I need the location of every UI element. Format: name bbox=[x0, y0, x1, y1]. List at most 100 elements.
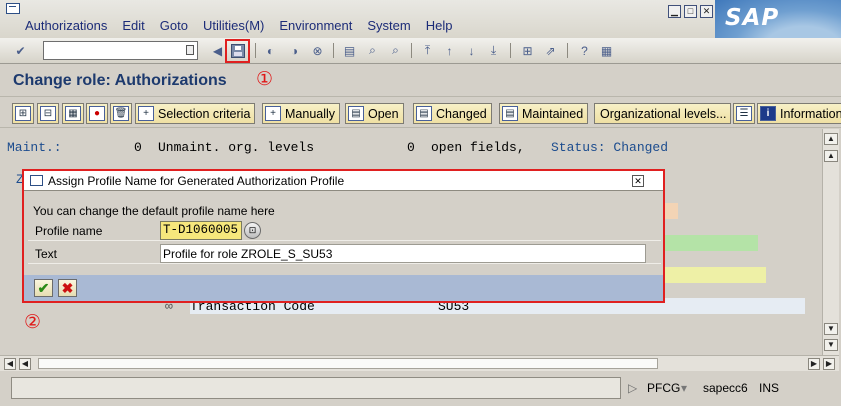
information-button[interactable]: i Information bbox=[757, 103, 841, 124]
menu-utilities[interactable]: Utilities(M) bbox=[203, 18, 264, 33]
unmaint-org-levels-label: Unmaint. org. levels bbox=[158, 140, 315, 155]
profile-name-input[interactable]: T-D1060005 bbox=[160, 221, 242, 240]
enter-icon[interactable]: ✔ bbox=[12, 42, 29, 59]
horizontal-scroll-thumb[interactable] bbox=[38, 358, 658, 369]
collapse-all-button[interactable]: ⊟ bbox=[37, 103, 59, 124]
profile-text-input[interactable]: Profile for role ZROLE_S_SU53 bbox=[160, 244, 646, 263]
menu-help[interactable]: Help bbox=[426, 18, 453, 33]
last-page-icon[interactable]: ⤓ bbox=[485, 42, 502, 59]
status-bar-orange bbox=[664, 203, 678, 219]
templates-button[interactable]: ▦ bbox=[62, 103, 84, 124]
maintained-label: Maintained bbox=[522, 106, 584, 121]
unmaint-count: 0 bbox=[407, 140, 415, 155]
scroll-up-icon[interactable]: ▲ bbox=[824, 150, 838, 162]
scroll-top-icon[interactable]: ▲ bbox=[824, 133, 838, 145]
profile-name-label: Profile name bbox=[35, 224, 103, 238]
sap-logo-text: SAP bbox=[725, 5, 780, 31]
print-icon[interactable]: ▤ bbox=[341, 42, 358, 59]
command-input[interactable] bbox=[44, 42, 184, 59]
dialog-title-bar: Assign Profile Name for Generated Author… bbox=[24, 171, 663, 191]
minimize-icon[interactable]: ▁ bbox=[668, 5, 681, 18]
find-next-icon[interactable]: ⌕ bbox=[387, 42, 404, 59]
expand-all-icon: ⊞ bbox=[15, 106, 31, 121]
save-icon bbox=[230, 44, 245, 58]
manually-button[interactable]: + Manually bbox=[262, 103, 341, 124]
scroll-right-icon[interactable]: ▶ bbox=[823, 358, 835, 370]
first-page-icon[interactable]: ⤒ bbox=[419, 42, 436, 59]
exit-icon[interactable]: ◑ bbox=[286, 42, 303, 59]
new-session-icon[interactable]: ⊞ bbox=[519, 42, 536, 59]
delete-button[interactable]: 🗑 bbox=[110, 103, 132, 124]
menu-bar: Authorizations Edit Goto Utilities(M) En… bbox=[25, 18, 467, 33]
scroll-left-step-icon[interactable]: ◀ bbox=[19, 358, 31, 370]
scroll-left-icon[interactable]: ◀ bbox=[4, 358, 16, 370]
menu-goto[interactable]: Goto bbox=[160, 18, 188, 33]
horizontal-scrollbar[interactable]: ◀ ◀ ▶ ▶ bbox=[0, 355, 839, 371]
confirm-check-button[interactable]: ✔ bbox=[34, 279, 53, 297]
scroll-bottom-icon[interactable]: ▼ bbox=[824, 339, 838, 351]
selection-criteria-label: Selection criteria bbox=[158, 106, 251, 121]
info-icon: i bbox=[760, 106, 776, 121]
cancel-x-button[interactable]: ✖ bbox=[58, 279, 77, 297]
status-transaction: PFCG bbox=[647, 381, 681, 395]
system-menu-icon[interactable] bbox=[6, 3, 20, 14]
scroll-down-icon[interactable]: ▼ bbox=[824, 323, 838, 335]
title-bar: Authorizations Edit Goto Utilities(M) En… bbox=[0, 0, 841, 38]
save-button[interactable] bbox=[225, 39, 250, 63]
open-button[interactable]: ▤ Open bbox=[345, 103, 404, 124]
status-expand-icon[interactable]: ▷ bbox=[628, 381, 637, 395]
manually-label: Manually bbox=[285, 106, 336, 121]
open-label: Open bbox=[368, 106, 399, 121]
close-icon[interactable]: ✕ bbox=[700, 5, 713, 18]
cancel-icon[interactable]: ⊗ bbox=[309, 42, 326, 59]
menu-edit[interactable]: Edit bbox=[122, 18, 144, 33]
status-label: Status: Changed bbox=[551, 140, 669, 155]
window-controls: ▁ □ ✕ bbox=[668, 5, 713, 18]
maint-count: 0 bbox=[134, 140, 142, 155]
changed-button[interactable]: ▤ Changed bbox=[413, 103, 492, 124]
changed-label: Changed bbox=[436, 106, 487, 121]
add-manual-icon: + bbox=[265, 106, 281, 121]
list-button[interactable]: ☰ bbox=[733, 103, 755, 124]
information-label: Information bbox=[780, 106, 841, 121]
add-icon: + bbox=[138, 106, 154, 121]
open-icon: ▤ bbox=[348, 106, 364, 121]
back-arrow-icon[interactable]: ◀ bbox=[209, 42, 226, 59]
selection-criteria-button[interactable]: + Selection criteria bbox=[135, 103, 256, 124]
page-title: Change role: Authorizations bbox=[13, 72, 227, 89]
list-icon: ☰ bbox=[736, 106, 752, 121]
next-page-icon[interactable]: ↓ bbox=[463, 42, 480, 59]
customize-layout-icon[interactable]: ▦ bbox=[598, 42, 615, 59]
command-history-icon[interactable] bbox=[186, 45, 194, 55]
dialog-body: You can change the default profile name … bbox=[26, 192, 661, 275]
templates-icon: ▦ bbox=[65, 106, 81, 121]
expand-all-button[interactable]: ⊞ bbox=[12, 103, 34, 124]
back-icon[interactable]: ◐ bbox=[262, 42, 279, 59]
status-system: sapecc6 bbox=[703, 381, 748, 395]
changed-icon: ▤ bbox=[416, 106, 432, 121]
application-toolbar: ⊞ ⊟ ▦ ● 🗑 + Selection criteria + Manually … bbox=[0, 96, 841, 128]
dialog-close-icon[interactable]: ✕ bbox=[632, 175, 644, 187]
deactivate-button[interactable]: ● bbox=[86, 103, 108, 124]
menu-authorizations[interactable]: Authorizations bbox=[25, 18, 107, 33]
standard-toolbar: ✔ ◀ ◐ ◑ ⊗ ▤ ⌕ ⌕ ⤒ ↑ ↓ ⤓ ⊞ ⇗ ? ▦ bbox=[0, 38, 841, 64]
maximize-icon[interactable]: □ bbox=[684, 5, 697, 18]
shortcut-icon[interactable]: ⇗ bbox=[542, 42, 559, 59]
maintained-button[interactable]: ▤ Maintained bbox=[499, 103, 589, 124]
dialog-window-icon bbox=[30, 175, 43, 186]
status-bar-green bbox=[664, 235, 758, 251]
status-message-field bbox=[11, 377, 621, 399]
org-levels-button[interactable]: Organizational levels... bbox=[594, 103, 732, 124]
menu-system[interactable]: System bbox=[367, 18, 410, 33]
scroll-right-step-icon[interactable]: ▶ bbox=[808, 358, 820, 370]
find-icon[interactable]: ⌕ bbox=[364, 42, 381, 59]
command-field[interactable] bbox=[43, 41, 198, 60]
help-icon[interactable]: ? bbox=[576, 42, 593, 59]
menu-environment[interactable]: Environment bbox=[279, 18, 352, 33]
dialog-message: You can change the default profile name … bbox=[33, 204, 275, 218]
collapse-all-icon: ⊟ bbox=[40, 106, 56, 121]
vertical-scrollbar[interactable]: ▲ ▲ ▼ ▼ bbox=[822, 129, 839, 355]
previous-page-icon[interactable]: ↑ bbox=[441, 42, 458, 59]
open-fields-label: open fields, bbox=[431, 140, 525, 155]
value-help-icon[interactable]: ⊡ bbox=[244, 222, 261, 239]
